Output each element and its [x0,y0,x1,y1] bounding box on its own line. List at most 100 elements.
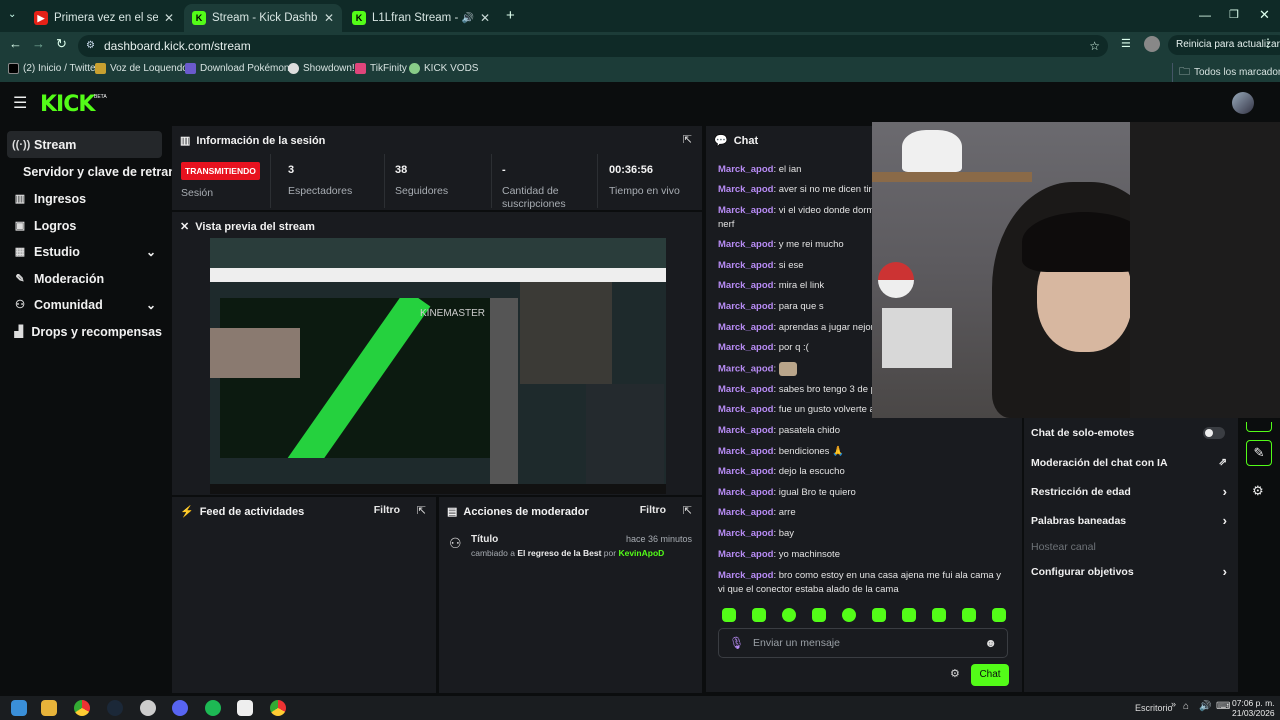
url-input[interactable]: ⚙ dashboard.kick.com/stream ☆ [78,35,1108,57]
stream-preview-video[interactable]: KINEMASTER [210,238,666,494]
bookmark-showdown[interactable]: Showdown! [288,63,355,74]
emote-icon[interactable] [782,608,796,622]
sidebar-item-logros[interactable]: ▣ Logros [7,212,162,239]
steam-icon[interactable] [107,700,123,716]
tools-icon[interactable]: ⚙ [1252,483,1264,499]
kick-logo[interactable]: KICK [40,92,95,117]
chat-username[interactable]: Marck_apod [718,487,773,498]
tab-l1lfran-stream[interactable]: K L1Lfran Stream - Watch Liv 🔊 ✕ [344,4,498,32]
bookmark-star-icon[interactable]: ☆ [1089,35,1100,57]
popout-icon[interactable]: ⇱ [683,133,692,146]
emote-icon[interactable] [812,608,826,622]
chat-username[interactable]: Marck_apod [718,164,773,175]
back-icon[interactable]: ← [9,36,22,51]
chat-username[interactable]: Marck_apod [718,280,773,291]
minimize-icon[interactable]: — [1199,8,1211,22]
all-bookmarks[interactable]: 🗀 Todos los marcadores [1172,63,1280,82]
overflow-icon[interactable]: » [1171,699,1176,709]
new-tab-icon[interactable]: + [506,7,515,24]
chrome-active-icon[interactable] [270,700,286,716]
hamburger-menu-icon[interactable]: ☰ [13,93,27,113]
popout-icon[interactable]: ⇱ [683,504,692,517]
forward-icon[interactable]: → [32,36,45,51]
discord-icon[interactable] [172,700,188,716]
close-icon[interactable]: ✕ [480,11,490,25]
emote-icon[interactable] [872,608,886,622]
bookmark-pokemon[interactable]: Download Pokémon... [185,63,298,74]
sidebar-item-comunidad[interactable]: ⚇ Comunidad ⌄ [7,291,162,318]
emote-icon[interactable] [902,608,916,622]
windows-start-icon[interactable] [11,700,27,716]
user-avatar[interactable] [1232,92,1254,114]
microphone-icon[interactable]: 🎙 [729,629,744,657]
sidebar-item-moderacion[interactable]: ✎ Moderación [7,265,162,292]
filter-button[interactable]: Filtro [640,504,666,516]
clock[interactable]: 07:06 p. m. 21/03/2026 [1232,698,1275,718]
sidebar-item-estudio[interactable]: ▦ Estudio ⌄ [7,238,162,265]
chat-username[interactable]: Marck_apod [718,322,773,333]
chat-username[interactable]: Marck_apod [718,342,773,353]
chat-send-button[interactable]: Chat [971,664,1009,686]
capcut-icon[interactable] [237,700,253,716]
emote-icon[interactable] [752,608,766,622]
chat-username[interactable]: Marck_apod [718,570,773,581]
chat-username[interactable]: Marck_apod [718,528,773,539]
desktop-label[interactable]: Escritorio [1135,703,1173,713]
emote-icon[interactable] [842,608,856,622]
popout-icon[interactable]: ⇱ [417,504,426,517]
chat-username[interactable]: Marck_apod [718,239,773,250]
window-close-icon[interactable]: ✕ [1259,7,1270,23]
wrench-tool-icon[interactable]: ✎ [1246,440,1272,466]
volume-icon[interactable]: 🔊 [1199,701,1211,712]
setting-emote-only[interactable]: Chat de solo-emotes [1031,427,1227,439]
chat-username[interactable]: Marck_apod [718,384,773,395]
chat-username[interactable]: Marck_apod [718,549,773,560]
chat-username[interactable]: Marck_apod [718,507,773,518]
setting-goals[interactable]: Configurar objetivos › [1031,564,1227,579]
chat-username[interactable]: Marck_apod [718,466,773,477]
chat-username[interactable]: Marck_apod [718,425,773,436]
setting-ai-moderation[interactable]: Moderación del chat con IA ⇗ [1031,457,1227,469]
bookmark-kick-vods[interactable]: KICK VODS [409,63,478,74]
bookmark-tikfinity[interactable]: TikFinity [355,63,407,74]
chat-username[interactable]: Marck_apod [718,364,773,375]
emote-icon[interactable] [992,608,1006,622]
chrome-icon[interactable] [74,700,90,716]
emote-icon[interactable] [932,608,946,622]
bookmark-loquendo[interactable]: Voz de Loquendo [95,63,188,74]
tab-kick-dashboard[interactable]: K Stream - Kick Dashboard ✕ [184,4,342,32]
tool-button[interactable] [1246,422,1272,432]
setting-age-restriction[interactable]: Restricción de edad › [1031,484,1227,499]
sidebar-item-server-key[interactable]: Servidor y clave de retransmisión [18,158,172,185]
mod-action-user[interactable]: KevinApoD [618,548,664,558]
chat-username[interactable]: Marck_apod [718,404,773,415]
chat-username[interactable]: Marck_apod [718,184,773,195]
file-explorer-icon[interactable] [41,700,57,716]
chat-username[interactable]: Marck_apod [718,301,773,312]
chat-message-input[interactable]: 🎙 Enviar un mensaje ☻ [718,628,1008,658]
bookmark-twitter[interactable]: (2) Inicio / Twitter [8,63,99,74]
speaker-icon[interactable]: 🔊 [461,13,473,24]
emote-icon[interactable] [962,608,976,622]
chat-username[interactable]: Marck_apod [718,260,773,271]
network-icon[interactable]: ⌂ [1183,701,1189,712]
profile-avatar[interactable] [1144,36,1160,52]
menu-kebab-icon[interactable]: ⋮ [1262,36,1274,50]
spotify-icon[interactable] [205,700,221,716]
close-icon[interactable]: ✕ [324,11,334,25]
site-info-icon[interactable]: ⚙ [86,35,95,57]
emote-only-toggle[interactable] [1203,427,1225,439]
setting-banned-words[interactable]: Palabras baneadas › [1031,513,1227,528]
tab-youtube[interactable]: ▶ Primera vez en el servidor Skyw ✕ [26,4,182,32]
chat-username[interactable]: Marck_apod [718,446,773,457]
reload-icon[interactable]: ↻ [56,36,67,52]
emote-icon[interactable] [722,608,736,622]
restore-icon[interactable]: ❐ [1229,8,1239,21]
filter-button[interactable]: Filtro [374,504,400,516]
sidebar-item-ingresos[interactable]: ▥ Ingresos [7,185,162,212]
chat-username[interactable]: Marck_apod [718,205,773,216]
close-icon[interactable]: ✕ [164,11,174,25]
language-icon[interactable]: ⌨ [1216,701,1230,712]
tab-list-icon[interactable]: ⌄ [8,9,16,20]
chat-settings-gear-icon[interactable]: ⚙ [950,667,960,680]
